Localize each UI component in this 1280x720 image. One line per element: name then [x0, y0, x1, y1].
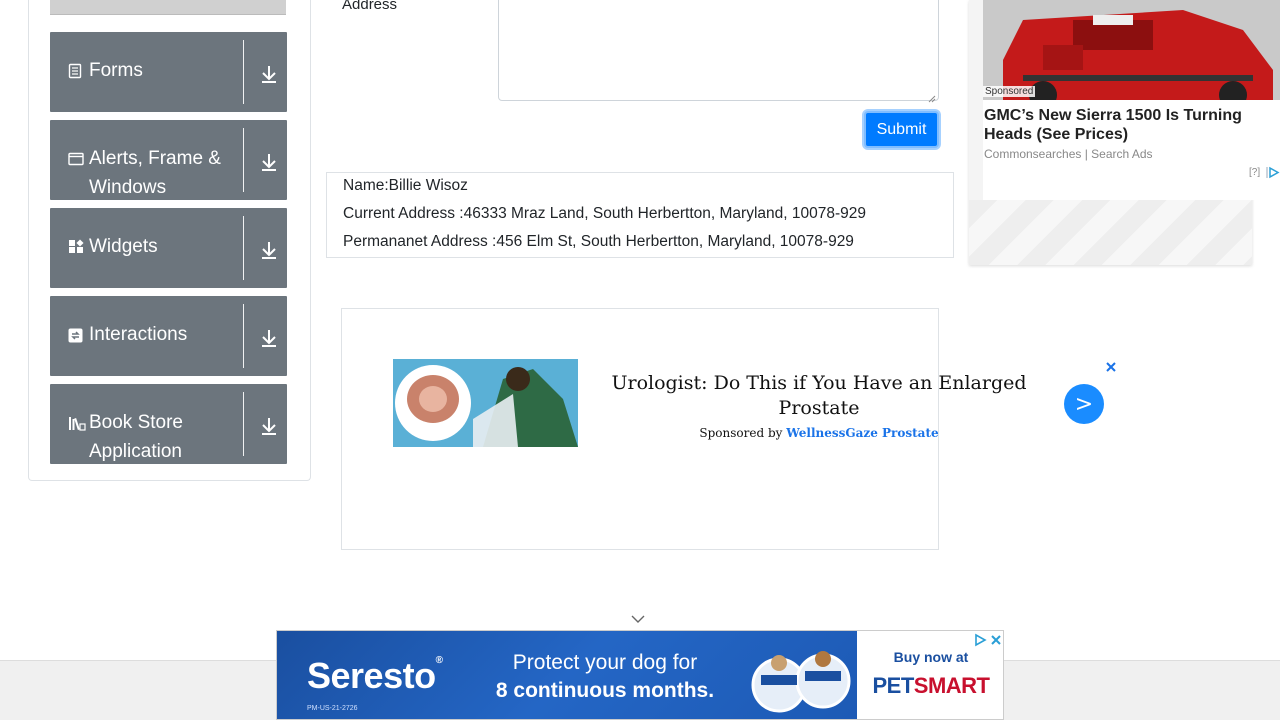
- group-label: Forms: [89, 60, 143, 81]
- buy-now-cta[interactable]: Buy now at: [867, 649, 995, 665]
- banner-message-line2: 8 continuous months.: [495, 679, 715, 702]
- close-icon[interactable]: [1104, 360, 1118, 374]
- group-divider: [243, 304, 244, 368]
- output-permanent-address: Permananet Address :456 Elm St, South He…: [343, 233, 854, 250]
- seresto-logo: Seresto®: [307, 655, 443, 696]
- output-panel: Name:Billie Wisoz Current Address :46333…: [326, 172, 954, 258]
- close-icon[interactable]: [989, 633, 1003, 647]
- group-label: Alerts, Frame & Windows: [89, 148, 221, 198]
- download-icon[interactable]: [257, 414, 281, 438]
- adchoices-icon[interactable]: [1266, 166, 1280, 179]
- group-header: Forms: [68, 60, 228, 85]
- group-header: Book Store Application: [68, 412, 228, 466]
- sidebar-group-widgets[interactable]: Widgets: [50, 208, 287, 288]
- sponsored-tag: Sponsored: [983, 86, 1036, 97]
- adchoices-icon[interactable]: [973, 633, 987, 647]
- download-icon[interactable]: [257, 238, 281, 262]
- group-divider: [243, 392, 244, 456]
- seresto-banner-ad[interactable]: Seresto® PM-US-21-2726 Protect your dog …: [276, 630, 1004, 720]
- page: Forms Alerts, Frame & Windows Widgets In…: [0, 0, 1280, 720]
- ad-headline[interactable]: GMC’s New Sierra 1500 Is Turning Heads (…: [984, 106, 1274, 144]
- group-divider: [243, 128, 244, 192]
- window-icon: [68, 148, 88, 170]
- group-header: Alerts, Frame & Windows: [68, 148, 228, 202]
- output-current-address: Current Address :46333 Mraz Land, South …: [343, 205, 867, 222]
- sidebar-group-alerts[interactable]: Alerts, Frame & Windows: [50, 120, 287, 200]
- download-icon[interactable]: [257, 326, 281, 350]
- sidebar-scroll-stub: [50, 0, 286, 15]
- ad-source: Commonsearches | Search Ads: [984, 147, 1153, 161]
- sponsor-brand[interactable]: WellnessGaze Prostate: [786, 426, 938, 440]
- group-header: Interactions: [68, 324, 228, 349]
- mid-ad-headline[interactable]: Urologist: Do This if You Have an Enlarg…: [598, 371, 1040, 421]
- petsmart-logo[interactable]: PETSMART: [867, 673, 995, 699]
- truck-ad-image[interactable]: [983, 0, 1280, 100]
- mid-ad-sponsor: Sponsored by WellnessGaze Prostate: [598, 426, 1040, 440]
- ad-background-pattern: [969, 200, 1252, 265]
- group-divider: [243, 40, 244, 104]
- ad-help-link[interactable]: [?]: [1249, 167, 1260, 178]
- output-name: Name:Billie Wisoz: [343, 177, 468, 194]
- download-icon[interactable]: [257, 62, 281, 86]
- group-divider: [243, 216, 244, 280]
- group-label: Book Store Application: [89, 412, 183, 462]
- address-label: Address: [342, 0, 398, 13]
- document-icon: [68, 60, 88, 82]
- banner-message-line1: Protect your dog for: [512, 651, 698, 674]
- chevron-down-icon[interactable]: [630, 612, 646, 624]
- group-label: Interactions: [89, 324, 188, 345]
- download-icon[interactable]: [257, 150, 281, 174]
- next-arrow-button[interactable]: >: [1064, 384, 1104, 424]
- sponsor-prefix: Sponsored by: [699, 426, 783, 440]
- sidebar-group-interactions[interactable]: Interactions: [50, 296, 287, 376]
- group-header: Widgets: [68, 236, 228, 261]
- submit-button[interactable]: Submit: [864, 111, 939, 148]
- group-label: Widgets: [89, 236, 158, 257]
- sidebar-group-forms[interactable]: Forms: [50, 32, 287, 112]
- banner-code: PM-US-21-2726: [307, 705, 358, 712]
- widgets-icon: [68, 236, 88, 258]
- banner-message: Protect your dog for 8 continuous months…: [485, 649, 725, 705]
- resize-handle-icon[interactable]: [928, 90, 936, 103]
- address-textarea[interactable]: [498, 0, 939, 103]
- interactions-icon: [68, 324, 88, 346]
- product-collar-image: [749, 645, 853, 717]
- sidebar-group-book-store[interactable]: Book Store Application: [50, 384, 287, 464]
- prostate-ad-image[interactable]: [393, 359, 578, 447]
- books-icon: [68, 412, 88, 434]
